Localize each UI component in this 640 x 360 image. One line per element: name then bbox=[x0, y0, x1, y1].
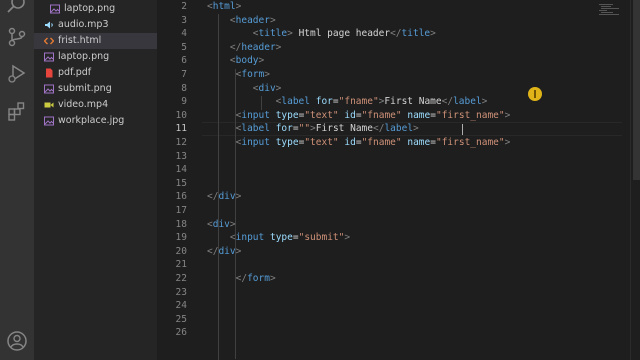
file-name: laptop.png bbox=[58, 51, 110, 62]
line-number: 3 bbox=[181, 14, 187, 26]
line-number: 5 bbox=[181, 41, 187, 53]
explorer-file-item[interactable]: submit.png bbox=[34, 81, 157, 97]
code-line[interactable]: <input type="text" id="fname" name="firs… bbox=[207, 136, 511, 150]
line-number: 8 bbox=[181, 82, 187, 94]
line-number: 14 bbox=[175, 164, 187, 176]
file-name: pdf.pdf bbox=[58, 67, 92, 78]
line-number: 4 bbox=[181, 28, 187, 40]
extensions-icon[interactable] bbox=[6, 100, 28, 122]
line-number: 9 bbox=[181, 96, 187, 108]
line-number: 2 bbox=[181, 1, 187, 12]
explorer-sidebar: laptop.png audio.mp3 frist.html laptop.p… bbox=[34, 0, 157, 360]
line-number: 26 bbox=[175, 327, 187, 339]
line-number: 11 bbox=[175, 123, 187, 135]
code-line[interactable]: <form> bbox=[207, 68, 270, 82]
code-editor[interactable]: 2 3 4 5 6 7 8 9 10 11 12 13 14 15 16 17 18 19 20 21 22 23 24 25… bbox=[157, 0, 640, 360]
code-line[interactable]: <header> bbox=[207, 14, 276, 28]
line-number: 18 bbox=[175, 218, 187, 230]
minimap[interactable] bbox=[595, 2, 625, 16]
line-number: 22 bbox=[175, 273, 187, 284]
line-number: 12 bbox=[175, 137, 187, 148]
explorer-file-item[interactable]: pdf.pdf bbox=[34, 65, 157, 81]
scrollbar-thumb[interactable] bbox=[633, 0, 640, 180]
line-number: 23 bbox=[175, 286, 187, 298]
line-number: 16 bbox=[175, 191, 187, 203]
image-file-icon bbox=[44, 84, 54, 94]
source-control-icon[interactable] bbox=[6, 26, 28, 48]
line-number: 24 bbox=[175, 300, 187, 312]
audio-file-icon bbox=[44, 20, 54, 30]
code-line[interactable]: </header> bbox=[207, 41, 282, 55]
line-number: 25 bbox=[175, 313, 187, 325]
code-line[interactable]: <html> bbox=[207, 0, 241, 14]
activity-bar bbox=[0, 0, 34, 360]
explorer-file-item[interactable]: audio.mp3 bbox=[34, 17, 157, 33]
line-number: 6 bbox=[181, 55, 187, 67]
line-number: 13 bbox=[175, 150, 187, 162]
explorer-file-item[interactable]: laptop.png bbox=[34, 1, 157, 17]
line-number: 21 bbox=[175, 259, 187, 271]
explorer-file-item[interactable]: frist.html bbox=[34, 33, 157, 49]
code-line[interactable]: <div> bbox=[207, 218, 236, 232]
file-name: audio.mp3 bbox=[58, 19, 109, 30]
code-line[interactable]: <input type="submit"> bbox=[207, 231, 350, 245]
file-name: submit.png bbox=[58, 83, 112, 94]
pdf-file-icon bbox=[44, 68, 54, 78]
text-caret bbox=[462, 124, 463, 135]
code-line[interactable]: </form> bbox=[207, 272, 276, 286]
code-line[interactable]: <body> bbox=[207, 54, 264, 68]
video-file-icon bbox=[44, 100, 54, 110]
account-icon[interactable] bbox=[6, 330, 28, 352]
code-line[interactable]: <label for="">First Name</label> bbox=[207, 122, 419, 136]
code-line[interactable]: <label for="fname">First Name</label> bbox=[207, 95, 488, 109]
line-number: 7 bbox=[181, 69, 187, 80]
code-line[interactable]: </div> bbox=[207, 190, 241, 204]
line-number: 15 bbox=[175, 177, 187, 189]
editor-scrollbar[interactable] bbox=[630, 0, 640, 360]
explorer-file-item[interactable]: video.mp4 bbox=[34, 97, 157, 113]
image-file-icon bbox=[44, 52, 54, 62]
file-name: laptop.png bbox=[64, 3, 116, 14]
explorer-file-item[interactable]: laptop.png bbox=[34, 49, 157, 65]
file-name: video.mp4 bbox=[58, 99, 109, 110]
code-line[interactable]: <div> bbox=[207, 82, 282, 96]
line-number: 20 bbox=[175, 245, 187, 257]
line-number: 19 bbox=[175, 232, 187, 244]
code-line[interactable]: <title> Html page header</title> bbox=[207, 27, 436, 41]
image-file-icon bbox=[50, 4, 60, 14]
image-file-icon bbox=[44, 116, 54, 126]
line-number: 10 bbox=[175, 109, 187, 121]
search-icon[interactable] bbox=[6, 0, 28, 16]
code-line[interactable]: <input type="text" id="fname" name="firs… bbox=[207, 109, 511, 123]
mouse-cursor-highlight bbox=[528, 87, 542, 101]
file-name: workplace.jpg bbox=[58, 115, 125, 126]
html-file-icon bbox=[43, 36, 55, 46]
run-debug-icon[interactable] bbox=[6, 62, 28, 84]
code-line[interactable]: </div> bbox=[207, 245, 241, 259]
file-name: frist.html bbox=[58, 35, 102, 46]
explorer-file-item[interactable]: workplace.jpg bbox=[34, 113, 157, 129]
line-number: 17 bbox=[175, 205, 187, 216]
